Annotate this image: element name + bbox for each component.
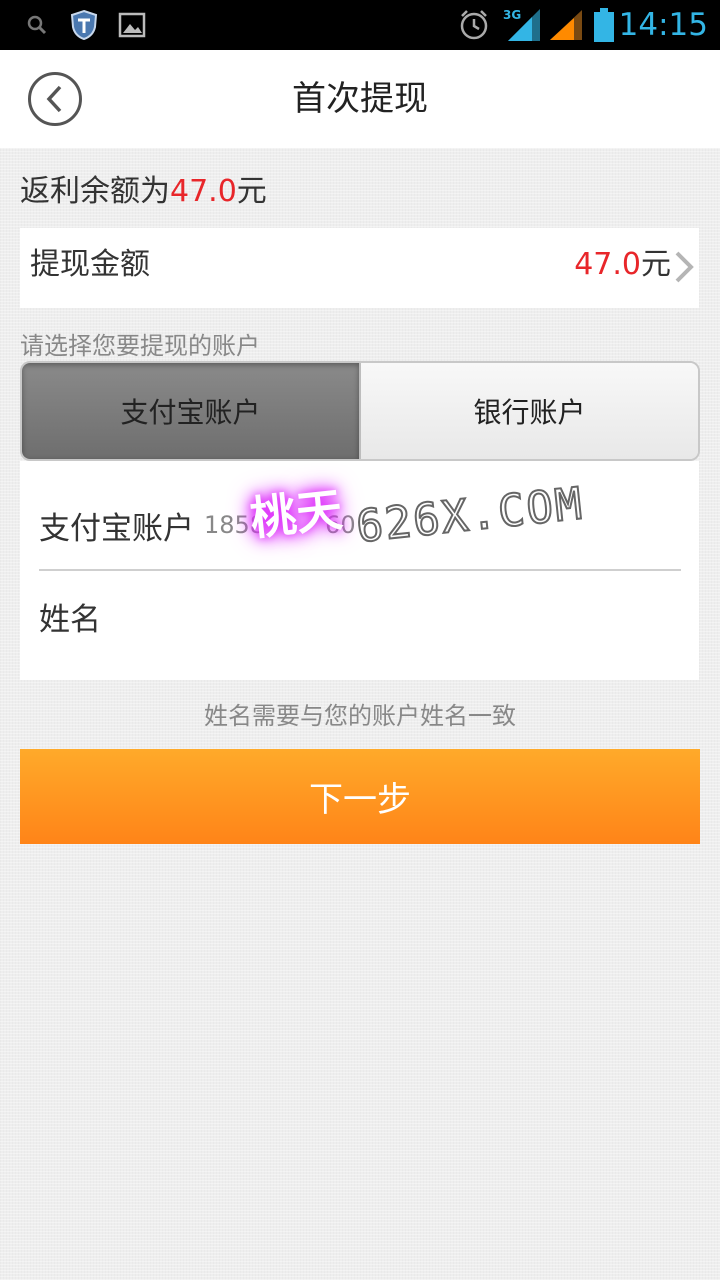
alipay-account-input[interactable]: 1858 60 [204, 511, 356, 539]
alipay-account-value-tail: 60 [325, 511, 356, 539]
balance-amount: 47.0 [170, 174, 237, 209]
next-step-button[interactable]: 下一步 [20, 749, 700, 844]
balance-prefix: 返利余额为 [20, 174, 170, 209]
shield-icon [68, 0, 100, 50]
name-label: 姓名 [39, 602, 101, 638]
chevron-right-icon [675, 251, 694, 283]
withdraw-amount-label: 提现金额 [30, 247, 150, 282]
withdraw-amount-row[interactable]: 提现金额 47.0元 [20, 228, 699, 308]
search-icon [24, 0, 50, 50]
alipay-account-value-head: 1858 [204, 511, 266, 539]
battery-icon [592, 0, 616, 50]
balance-line: 返利余额为47.0元 [20, 166, 267, 210]
account-form: 支付宝账户 1858 60 姓名 [20, 461, 699, 680]
name-input[interactable] [150, 581, 680, 641]
withdraw-amount-unit: 元 [641, 247, 671, 282]
status-bar: 3G 14:15 [0, 0, 720, 50]
withdraw-amount-value: 47.0元 [574, 228, 671, 308]
account-select-hint: 请选择您要提现的账户 [20, 332, 260, 360]
signal-icon [548, 0, 584, 50]
tab-bank[interactable]: 银行账户 [359, 363, 698, 459]
withdraw-amount-number: 47.0 [574, 247, 641, 282]
image-icon [116, 0, 148, 50]
balance-unit: 元 [236, 174, 267, 209]
svg-text:3G: 3G [503, 8, 521, 22]
field-divider [39, 569, 681, 571]
alipay-account-label: 支付宝账户 [39, 511, 194, 547]
name-match-note: 姓名需要与您的账户姓名一致 [204, 702, 516, 730]
title-bar: 首次提现 [0, 50, 720, 148]
page-title: 首次提现 [292, 79, 428, 119]
signal-3g-icon: 3G [502, 0, 542, 50]
account-type-tabs: 支付宝账户 银行账户 [20, 361, 700, 461]
clock-time: 14:15 [618, 7, 708, 43]
tab-alipay[interactable]: 支付宝账户 [22, 363, 359, 459]
alarm-icon [456, 0, 492, 50]
